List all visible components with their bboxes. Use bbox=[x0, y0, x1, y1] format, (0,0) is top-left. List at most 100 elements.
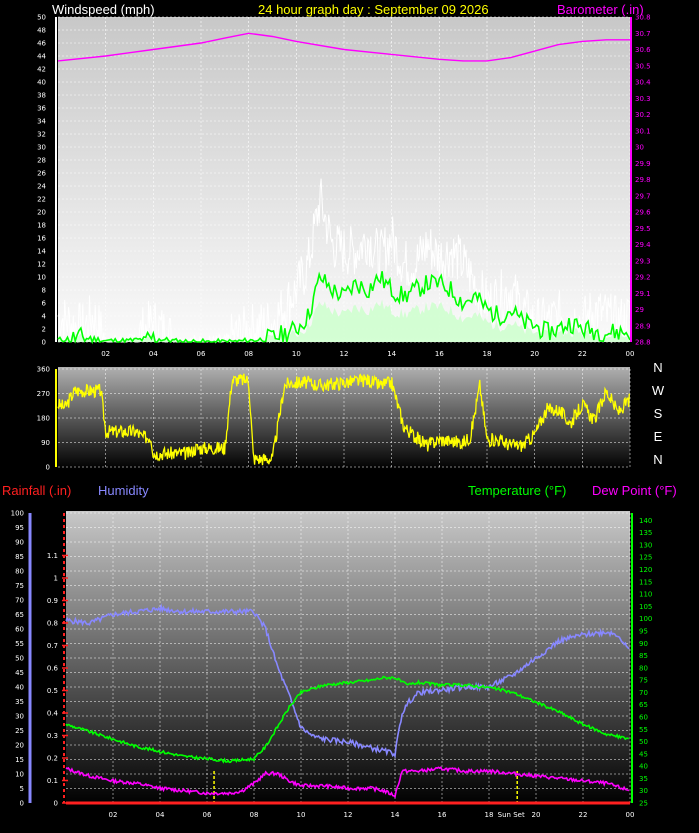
windspeed-tick-label: 10 bbox=[37, 274, 46, 282]
temperature-tick-label: 140 bbox=[639, 517, 652, 525]
barometer-tick-label: 30.1 bbox=[635, 127, 651, 135]
barometer-tick-label: 30 bbox=[635, 144, 644, 152]
windspeed-tick-label: 50 bbox=[37, 14, 46, 22]
temperature-tick-label: 70 bbox=[639, 689, 648, 697]
temperature-tick-label: 95 bbox=[639, 627, 648, 635]
humidity-tick-label: 30 bbox=[15, 713, 24, 721]
windspeed-tick-label: 44 bbox=[37, 53, 46, 61]
barometer-tick-label: 29.9 bbox=[635, 160, 651, 168]
windspeed-tick-label: 8 bbox=[42, 287, 46, 295]
humidity-tick-label: 20 bbox=[15, 742, 24, 750]
barometer-tick-label: 29.4 bbox=[635, 241, 651, 249]
barometer-tick-label: 28.9 bbox=[635, 322, 651, 330]
humidity-tick-label: 75 bbox=[15, 582, 24, 590]
chart-title: 24 hour graph day : September 09 2026 bbox=[258, 2, 489, 17]
temp-x-tick-label: 06 bbox=[203, 811, 212, 819]
compass-label: S bbox=[654, 406, 663, 421]
rainfall-tick-label: 0.9 bbox=[47, 597, 58, 605]
barometer-tick-label: 29.1 bbox=[635, 290, 651, 298]
humidity-tick-label: 95 bbox=[15, 524, 24, 532]
barometer-tick-label: 29.5 bbox=[635, 225, 651, 233]
windspeed-tick-label: 40 bbox=[37, 79, 46, 87]
wind-x-tick-label: 16 bbox=[435, 350, 444, 358]
humidity-tick-label: 0 bbox=[20, 800, 24, 808]
temperature-axis-label: Temperature (°F) bbox=[468, 483, 566, 498]
temperature-tick-label: 85 bbox=[639, 652, 648, 660]
rainfall-tick-label: 0.7 bbox=[47, 642, 58, 650]
temp-x-tick-label: 22 bbox=[579, 811, 588, 819]
windspeed-tick-label: 34 bbox=[37, 118, 46, 126]
windspeed-tick-label: 6 bbox=[42, 300, 47, 308]
windspeed-tick-label: 2 bbox=[42, 326, 46, 334]
temperature-tick-label: 105 bbox=[639, 603, 652, 611]
humidity-tick-label: 100 bbox=[11, 510, 24, 518]
temperature-tick-label: 100 bbox=[639, 615, 652, 623]
barometer-tick-label: 30.3 bbox=[635, 95, 651, 103]
windspeed-tick-label: 16 bbox=[37, 235, 46, 243]
windspeed-tick-label: 36 bbox=[37, 105, 46, 113]
temp-x-tick-label: 16 bbox=[438, 811, 447, 819]
temp-x-tick-label: 04 bbox=[156, 811, 165, 819]
barometer-tick-label: 30.2 bbox=[635, 111, 651, 119]
compass-label: N bbox=[653, 452, 662, 467]
windspeed-tick-label: 32 bbox=[37, 131, 46, 139]
rainfall-tick-label: 0.1 bbox=[47, 777, 58, 785]
barometer-tick-label: 30.6 bbox=[635, 46, 651, 54]
temp-x-tick-label: Sun Set bbox=[498, 811, 525, 819]
rainfall-tick-label: 0.5 bbox=[47, 687, 58, 695]
wind-x-tick-label: 10 bbox=[292, 350, 301, 358]
humidity-tick-label: 50 bbox=[15, 655, 24, 663]
barometer-tick-label: 30.4 bbox=[635, 79, 651, 87]
temp-x-tick-label: 14 bbox=[391, 811, 400, 819]
wind-x-tick-label: 04 bbox=[149, 350, 158, 358]
rainfall-tick-label: 0 bbox=[54, 800, 58, 808]
windspeed-tick-label: 24 bbox=[37, 183, 46, 191]
temp-x-tick-label: 12 bbox=[344, 811, 353, 819]
direction-tick-label: 270 bbox=[37, 390, 50, 398]
humidity-tick-label: 60 bbox=[15, 626, 24, 634]
temperature-tick-label: 135 bbox=[639, 529, 652, 537]
wind-x-tick-label: 22 bbox=[578, 350, 587, 358]
wind-x-tick-label: 20 bbox=[530, 350, 539, 358]
windspeed-tick-label: 12 bbox=[37, 261, 46, 269]
barometer-tick-label: 28.8 bbox=[635, 339, 651, 347]
barometer-tick-label: 29.7 bbox=[635, 192, 651, 200]
temperature-tick-label: 125 bbox=[639, 554, 652, 562]
direction-tick-label: 0 bbox=[46, 464, 50, 472]
humidity-tick-label: 5 bbox=[20, 785, 24, 793]
temp-x-tick-label: 08 bbox=[250, 811, 259, 819]
temperature-tick-label: 115 bbox=[639, 578, 652, 586]
rainfall-tick-label: 0.8 bbox=[47, 620, 58, 628]
barometer-tick-label: 30.7 bbox=[635, 30, 651, 38]
weather-graph: 02 04 06 08 10 12 14 16 18 20 22 000246810121416182… bbox=[2, 2, 677, 819]
windspeed-tick-label: 38 bbox=[37, 92, 46, 100]
barometer-axis-label: Barometer (.in) bbox=[557, 2, 644, 17]
temperature-tick-label: 45 bbox=[639, 750, 648, 758]
temperature-tick-label: 80 bbox=[639, 664, 648, 672]
humidity-tick-label: 70 bbox=[15, 597, 24, 605]
temperature-tick-label: 90 bbox=[639, 640, 648, 648]
compass-label: N bbox=[653, 360, 662, 375]
humidity-tick-label: 80 bbox=[15, 568, 24, 576]
windspeed-tick-label: 28 bbox=[37, 157, 46, 165]
wind-x-tick-label: 12 bbox=[340, 350, 349, 358]
temp-x-tick-label: 10 bbox=[297, 811, 306, 819]
windspeed-tick-label: 4 bbox=[42, 313, 47, 321]
rainfall-tick-label: 1.1 bbox=[47, 552, 58, 560]
barometer-tick-label: 29 bbox=[635, 306, 644, 314]
windspeed-tick-label: 0 bbox=[42, 339, 46, 347]
humidity-tick-label: 40 bbox=[15, 684, 24, 692]
barometer-tick-label: 30.5 bbox=[635, 62, 651, 70]
humidity-tick-label: 10 bbox=[15, 771, 24, 779]
humidity-tick-label: 65 bbox=[15, 611, 24, 619]
windspeed-tick-label: 30 bbox=[37, 144, 46, 152]
wind-x-tick-label: 08 bbox=[244, 350, 253, 358]
windspeed-tick-label: 46 bbox=[37, 40, 46, 48]
temperature-tick-label: 55 bbox=[639, 726, 648, 734]
rainfall-tick-label: 0.6 bbox=[47, 665, 59, 673]
temperature-tick-label: 120 bbox=[639, 566, 652, 574]
temp-x-tick-label: 02 bbox=[109, 811, 118, 819]
humidity-tick-label: 15 bbox=[15, 756, 24, 764]
humidity-tick-label: 55 bbox=[15, 640, 24, 648]
windspeed-tick-label: 18 bbox=[37, 222, 46, 230]
